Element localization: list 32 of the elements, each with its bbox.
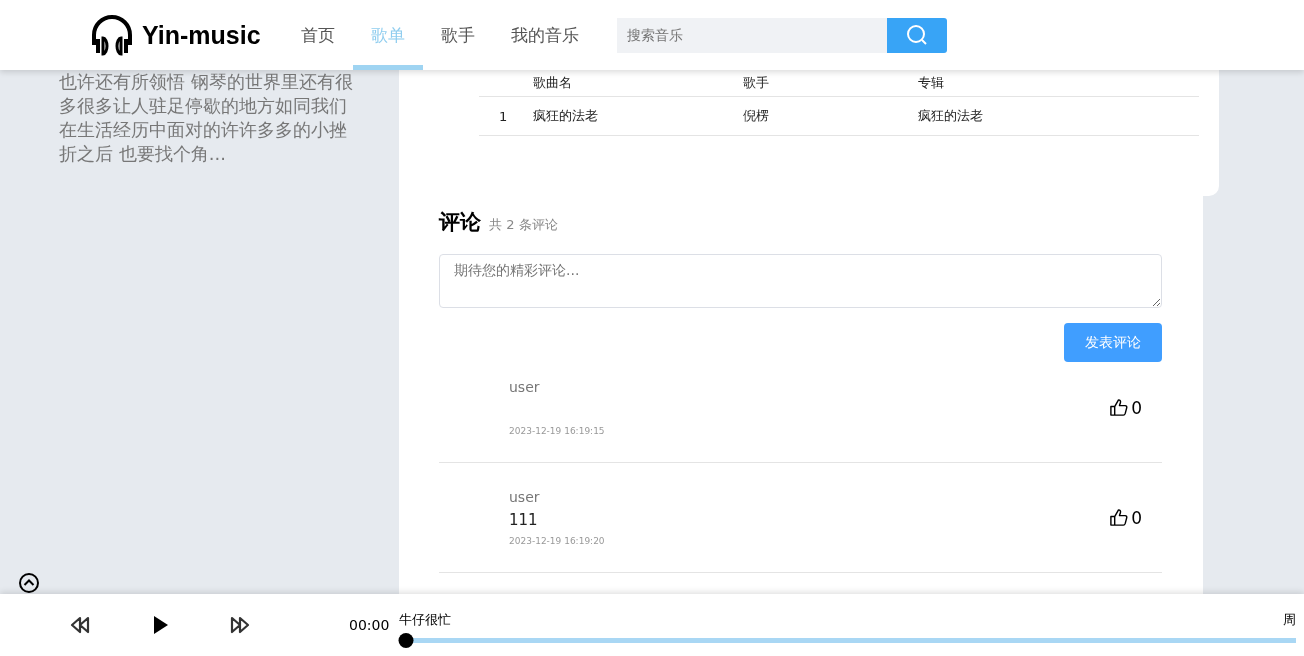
- comment-text: 111: [509, 511, 539, 530]
- thumbs-up-icon[interactable]: [1109, 398, 1129, 417]
- column-header: 歌曲名: [533, 74, 573, 92]
- row-index: 1: [499, 108, 509, 124]
- nav-tab[interactable]: 歌手: [422, 0, 493, 70]
- search-icon: [904, 23, 929, 47]
- site-logo[interactable]: Yin-music: [142, 20, 261, 50]
- progress-handle[interactable]: [398, 632, 414, 648]
- comment-username: user: [509, 489, 541, 505]
- comment-input[interactable]: 期待您的精彩评论...: [439, 254, 1162, 308]
- search-field[interactable]: 搜索音乐: [616, 17, 887, 53]
- singer-name[interactable]: 倪楞: [743, 107, 918, 125]
- like-count: 0: [1131, 397, 1142, 418]
- playlist-description: 也许还有所领悟 钢琴的世界里还有很多很多让人驻足停歇的地方如同我们在生活经历中面对的许许多多的小挫折之后 也要找个角...: [58, 70, 354, 166]
- song-title: 牛仔很忙: [399, 610, 452, 629]
- nav-tab[interactable]: 首页: [282, 0, 353, 70]
- comment-count: 共 2 条评论: [489, 216, 558, 234]
- comment-username: user: [509, 379, 541, 395]
- search-button[interactable]: [886, 17, 947, 53]
- column-header: 专辑: [918, 74, 945, 92]
- comments-title: 评论: [439, 209, 481, 236]
- column-header: 歌手: [743, 74, 770, 92]
- nav-tab[interactable]: 我的音乐: [492, 0, 597, 70]
- expand-up-icon[interactable]: [18, 572, 40, 594]
- current-time: 00:00: [349, 617, 390, 633]
- song-title[interactable]: 疯狂的法老: [533, 107, 743, 125]
- comment-time: 2023-12-19 16:19:15: [509, 426, 605, 436]
- thumbs-up-icon[interactable]: [1109, 508, 1129, 527]
- album-name[interactable]: 疯狂的法老: [918, 107, 1199, 125]
- like-count: 0: [1131, 507, 1142, 528]
- comment-time: 2023-12-19 16:19:20: [509, 536, 605, 546]
- artist-name: 周: [1283, 610, 1296, 629]
